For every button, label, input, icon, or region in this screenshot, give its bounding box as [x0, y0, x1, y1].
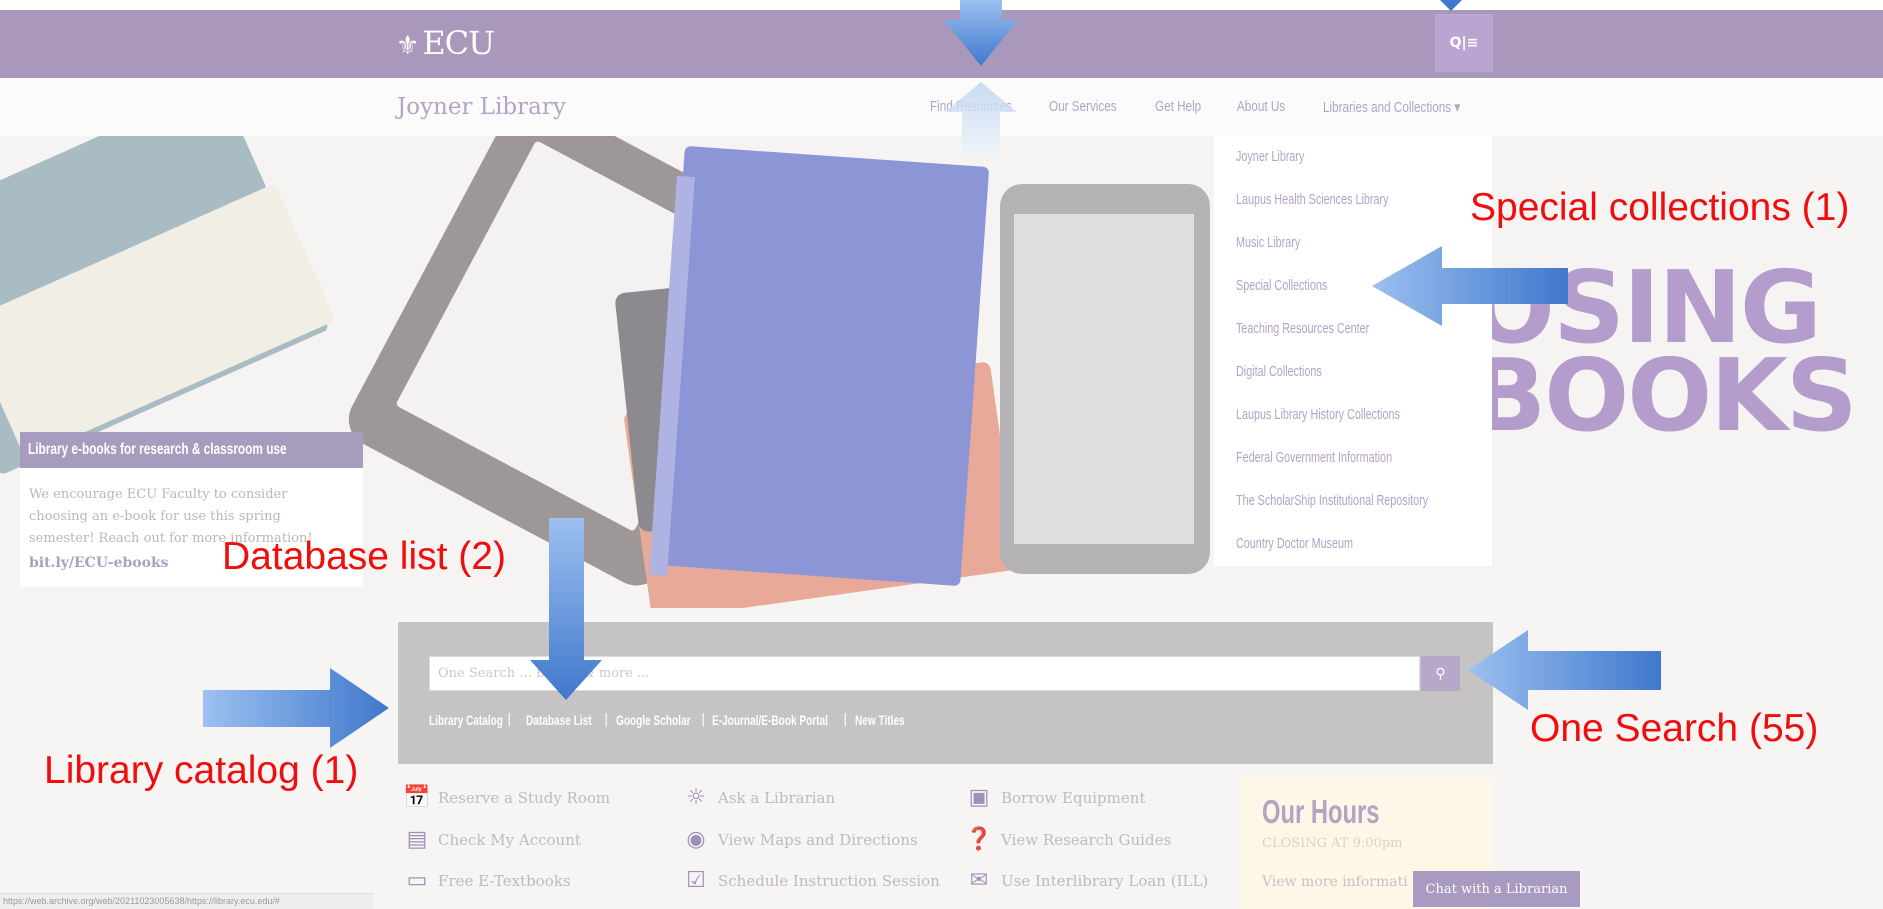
hours-more-link[interactable]: View more informati	[1262, 874, 1412, 890]
banner-line-2: BOOKS	[1470, 337, 1858, 454]
search-icon: ⚲	[1435, 665, 1446, 682]
dropdown-item[interactable]: Digital Collections	[1236, 363, 1322, 380]
interlibrary-loan-link[interactable]: Use Interlibrary Loan (ILL)	[1001, 872, 1208, 890]
calendar-check-icon: ☑	[686, 868, 706, 893]
envelope-icon: ✉	[969, 868, 989, 893]
dropdown-item-special-collections[interactable]: Special Collections	[1236, 277, 1327, 294]
ecu-logo[interactable]: ⚜ ECU	[396, 24, 495, 62]
dropdown-item[interactable]: Federal Government Information	[1236, 449, 1392, 466]
camera-icon: ▣	[968, 785, 990, 810]
library-catalog-arrow	[203, 668, 389, 748]
google-scholar-link[interactable]: Google Scholar	[616, 712, 690, 728]
separator: |	[701, 712, 706, 727]
annotation-library-catalog: Library catalog (1)	[44, 749, 359, 792]
database-list-link[interactable]: Database List	[526, 712, 592, 728]
promo-heading-text: Library e-books for research & classroom…	[28, 441, 287, 458]
dropdown-item[interactable]: Laupus Library History Collections	[1236, 406, 1400, 423]
borrow-equipment-link[interactable]: Borrow Equipment	[1001, 789, 1145, 807]
nav-get-help[interactable]: Get Help	[1155, 98, 1201, 115]
hours-title: Our Hours	[1262, 793, 1380, 830]
dropdown-item[interactable]: Music Library	[1236, 234, 1300, 251]
dropdown-item[interactable]: The ScholarShip Institutional Repository	[1236, 492, 1428, 509]
maps-directions-link[interactable]: View Maps and Directions	[718, 831, 918, 849]
separator: |	[843, 712, 848, 727]
new-titles-link[interactable]: New Titles	[855, 712, 905, 728]
dropdown-item[interactable]: Laupus Health Sciences Library	[1236, 191, 1388, 208]
search-button[interactable]: ⚲	[1421, 656, 1460, 691]
promo-link[interactable]: bit.ly/ECU-ebooks	[29, 555, 169, 571]
ejournal-portal-link[interactable]: E-Journal/E-Book Portal	[712, 712, 828, 728]
separator: |	[507, 712, 512, 727]
library-brand[interactable]: Joyner Library	[397, 94, 566, 120]
id-card-icon: ▤	[406, 827, 428, 852]
schedule-instruction-link[interactable]: Schedule Instruction Session	[718, 872, 940, 890]
dropdown-item[interactable]: Joyner Library	[1236, 148, 1304, 165]
free-etextbooks-link[interactable]: Free E-Textbooks	[438, 872, 571, 890]
annotation-special-collections: Special collections (1)	[1470, 186, 1850, 229]
ask-librarian-link[interactable]: Ask a Librarian	[718, 789, 835, 807]
ecu-seal-icon: ⚜	[396, 31, 419, 61]
calendar-icon: 📅	[403, 785, 431, 810]
hero-phone-screen	[1014, 214, 1194, 544]
hero-blue-book	[655, 145, 990, 587]
page: ⚜ ECU Q|≡ Joyner Library Find Resources O…	[0, 0, 1883, 909]
logo-text: ECU	[422, 24, 495, 62]
browser-status-url: https://web.archive.org/web/202110230056…	[0, 893, 374, 909]
search-menu-button[interactable]: Q|≡	[1435, 14, 1493, 72]
site-header	[0, 10, 1883, 78]
annotation-database-list: Database list (2)	[222, 535, 506, 578]
one-search-input[interactable]: One Search … books, & more ...	[429, 656, 1420, 691]
library-catalog-link[interactable]: Library Catalog	[429, 712, 503, 728]
map-marker-icon: ◉	[686, 827, 706, 852]
chat-with-librarian-button[interactable]: Chat with a Librarian	[1413, 871, 1580, 907]
separator: |	[604, 712, 609, 727]
nav-libraries-collections[interactable]: Libraries and Collections ▾	[1323, 98, 1460, 116]
book-icon: ▭	[406, 868, 428, 893]
chat-icon: ☼	[686, 785, 706, 810]
question-icon: ❓	[965, 827, 993, 852]
one-search-panel	[398, 622, 1493, 764]
nav-find-resources[interactable]: Find Resources	[930, 98, 1012, 115]
annotation-one-search: One Search (55)	[1530, 707, 1819, 750]
hero-banner-text: OSING BOOKS	[1470, 258, 1858, 454]
check-account-link[interactable]: Check My Account	[438, 831, 581, 849]
promo-heading: Library e-books for research & classroom…	[20, 432, 363, 468]
dropdown-item[interactable]: Teaching Resources Center	[1236, 320, 1369, 337]
hours-closing: CLOSING AT 9:00pm	[1262, 836, 1403, 851]
research-guides-link[interactable]: View Research Guides	[1001, 831, 1171, 849]
one-search-arrow	[1468, 630, 1661, 710]
nav-about-us[interactable]: About Us	[1237, 98, 1285, 115]
top-strip	[0, 0, 1883, 10]
nav-our-services[interactable]: Our Services	[1049, 98, 1117, 115]
reserve-study-room-link[interactable]: Reserve a Study Room	[438, 789, 610, 807]
dropdown-item[interactable]: Country Doctor Museum	[1236, 535, 1353, 552]
